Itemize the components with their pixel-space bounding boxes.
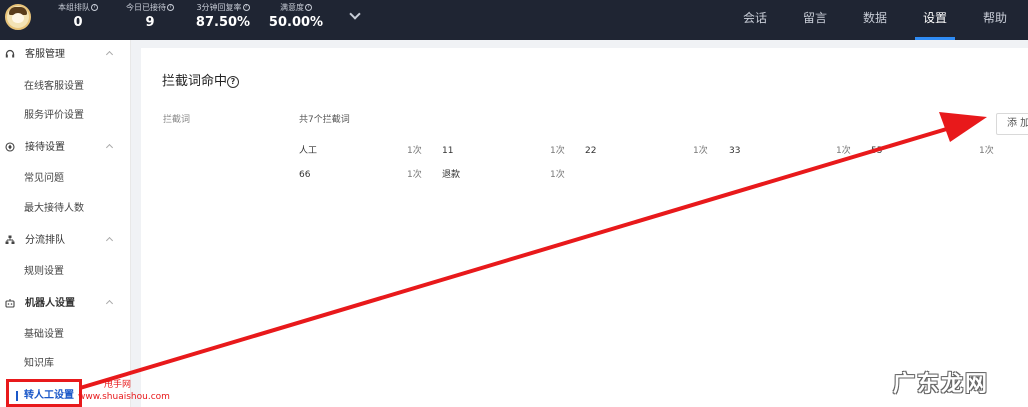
annotation-arrow xyxy=(79,112,987,390)
watermark-url: www.shuaishou.com xyxy=(78,392,170,402)
watermark-corner: 广东龙网 xyxy=(893,371,990,397)
highlight-box xyxy=(6,379,82,407)
arrowhead-icon xyxy=(939,112,987,142)
watermark-cn: 甩手网 xyxy=(104,380,132,390)
